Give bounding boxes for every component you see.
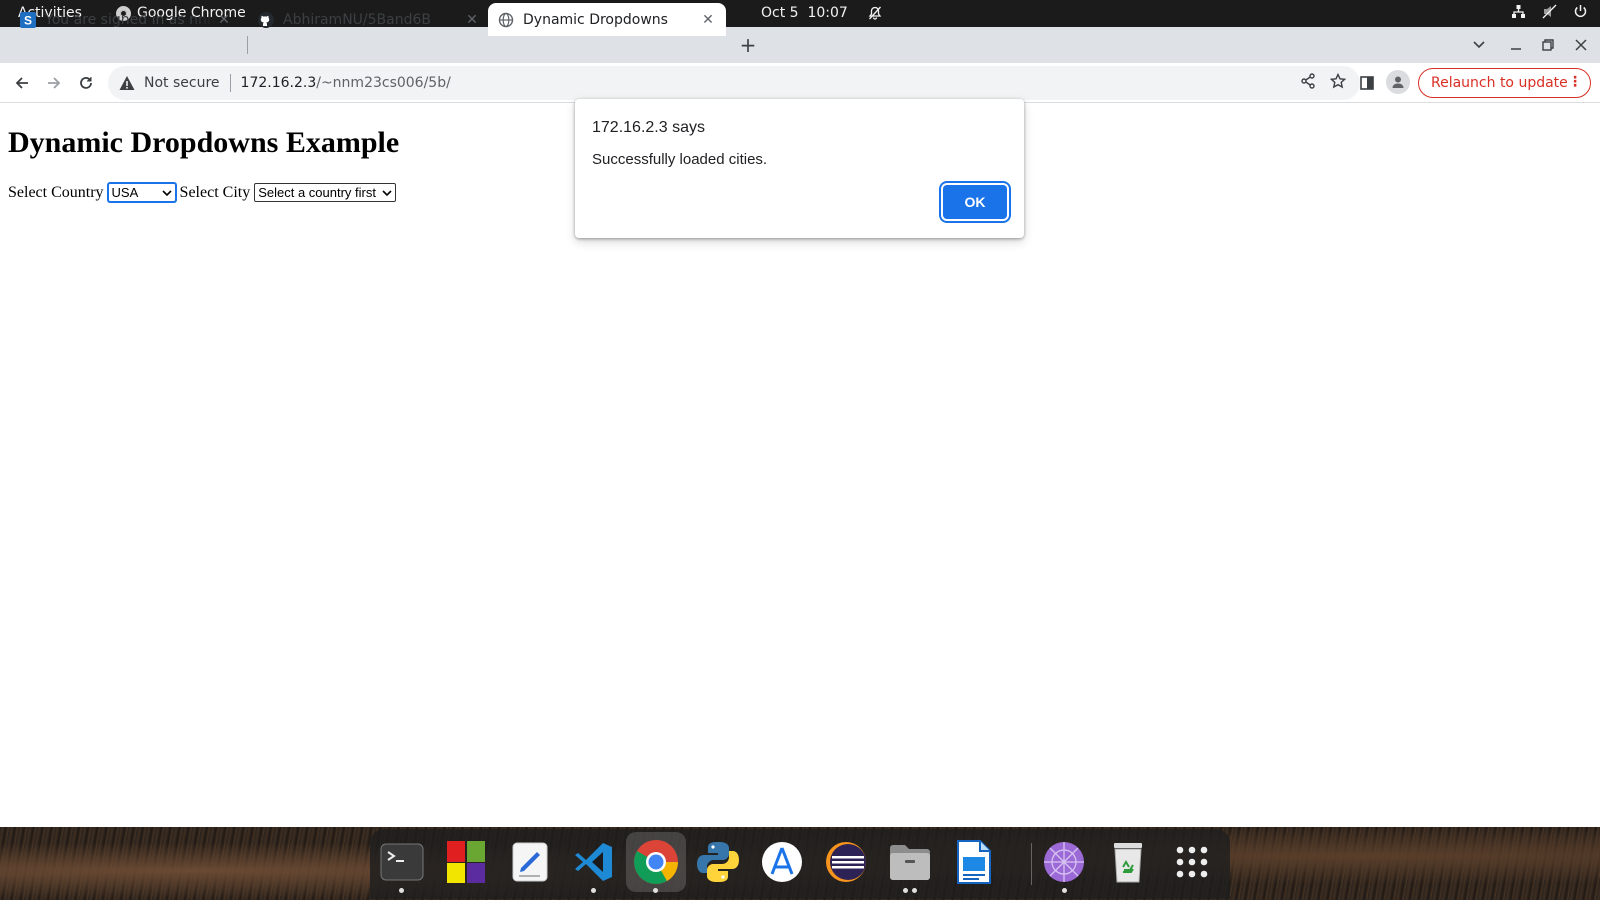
clock-time: 10:07 — [807, 5, 848, 21]
running-indicator — [1062, 888, 1067, 893]
terminal-icon[interactable] — [376, 836, 428, 888]
url-path: /~nnm23cs006/5b/ — [316, 75, 451, 91]
close-tab-icon[interactable]: ✕ — [216, 12, 232, 28]
app-store-icon[interactable] — [756, 836, 808, 888]
side-panel-button[interactable] — [1354, 70, 1380, 96]
forward-button[interactable] — [41, 70, 67, 96]
notifications-muted-icon — [868, 6, 882, 20]
ok-button[interactable]: OK — [943, 185, 1007, 219]
tab-github[interactable]: AbhiramNU/5Band6B ✕ — [248, 3, 486, 36]
relaunch-label: Relaunch to update — [1431, 75, 1568, 91]
tab-strip — [0, 27, 1600, 63]
dock-separator — [1031, 843, 1032, 885]
power-icon — [1573, 4, 1588, 19]
relaunch-to-update-button[interactable]: Relaunch to update ⋮ — [1418, 68, 1591, 98]
country-selected-value: USA — [111, 185, 139, 200]
system-top-bar: Activities Google Chrome Oct 5 10:07 — [0, 0, 1600, 27]
dialog-message: Successfully loaded cities. — [592, 151, 768, 168]
side-panel-icon — [1360, 76, 1374, 90]
tab-dynamic-dropdowns[interactable]: Dynamic Dropdowns ✕ — [488, 3, 726, 36]
text-editor-icon[interactable] — [504, 836, 556, 888]
chevron-down-icon — [382, 185, 392, 200]
volume-muted-icon — [1542, 4, 1557, 19]
dropdown-form: Select Country USA Select City Select a … — [8, 183, 400, 202]
tab-title: AbhiramNU/5Band6B — [283, 11, 431, 28]
files-icon[interactable] — [884, 836, 936, 888]
omnibox-actions — [1300, 72, 1347, 93]
more-menu-icon[interactable]: ⋮ — [1568, 74, 1582, 90]
restore-icon[interactable] — [1536, 33, 1560, 57]
github-icon — [258, 11, 274, 28]
s-icon: S — [20, 11, 36, 28]
forward-arrow-icon — [48, 77, 61, 89]
browser-toolbar: Not secure 172.16.2.3/~nnm23cs006/5b/ — [0, 63, 1600, 103]
address-bar[interactable]: Not secure 172.16.2.3/~nnm23cs006/5b/ — [108, 66, 1360, 100]
writer-icon[interactable] — [948, 836, 1000, 888]
country-label: Select Country — [8, 183, 104, 201]
bookmark-star-icon[interactable] — [1329, 72, 1347, 93]
back-button[interactable] — [9, 70, 35, 96]
svg-text:S: S — [24, 13, 32, 27]
tab-title: You are signed in as nnm23cs006 — [45, 11, 216, 28]
city-selected-value: Select a country first — [258, 185, 376, 200]
running-indicator — [912, 888, 917, 893]
profile-avatar-icon[interactable] — [1386, 70, 1410, 94]
blocks-app-icon[interactable] — [440, 836, 492, 888]
close-window-icon[interactable] — [1569, 33, 1593, 57]
not-secure-label[interactable]: Not secure — [144, 75, 220, 91]
globe-icon — [498, 12, 514, 28]
python-icon[interactable] — [692, 836, 744, 888]
clock-date: Oct 5 — [761, 5, 799, 21]
system-tray[interactable] — [1511, 4, 1588, 19]
url-host: 172.16.2.3 — [240, 75, 317, 91]
network-app-icon[interactable] — [1038, 836, 1090, 888]
running-indicator — [653, 888, 658, 893]
chrome-icon[interactable] — [626, 832, 686, 892]
omnibox-divider — [229, 74, 231, 92]
vscode-icon[interactable] — [568, 836, 620, 888]
reload-icon — [80, 77, 92, 89]
city-select[interactable]: Select a country first — [254, 183, 397, 202]
chevron-down-icon — [161, 185, 172, 200]
country-select[interactable]: USA — [107, 183, 176, 202]
eclipse-icon[interactable] — [820, 836, 872, 888]
tab-search-icon[interactable] — [1467, 33, 1491, 57]
tab-title: Dynamic Dropdowns — [523, 11, 668, 28]
clock[interactable]: Oct 5 10:07 — [761, 5, 882, 21]
running-indicator — [399, 888, 404, 893]
alert-dialog: 172.16.2.3 says Successfully loaded citi… — [575, 99, 1024, 238]
tab-divider — [247, 36, 248, 54]
close-tab-icon[interactable]: ✕ — [700, 12, 716, 28]
city-label: Select City — [179, 183, 251, 201]
network-icon — [1511, 4, 1526, 19]
running-indicator — [903, 888, 908, 893]
dock — [370, 829, 1230, 899]
warning-icon[interactable] — [118, 74, 136, 92]
dialog-title: 172.16.2.3 says — [592, 119, 705, 136]
page-heading: Dynamic Dropdowns Example — [8, 126, 400, 159]
back-arrow-icon — [15, 77, 28, 89]
new-tab-button[interactable]: + — [736, 33, 760, 57]
running-indicator — [591, 888, 596, 893]
share-icon[interactable] — [1300, 73, 1316, 93]
show-apps-icon[interactable] — [1166, 836, 1218, 888]
trash-icon[interactable] — [1102, 836, 1154, 888]
close-tab-icon[interactable]: ✕ — [464, 12, 480, 28]
tab-signed-in[interactable]: S You are signed in as nnm23cs006 ✕ — [8, 3, 238, 36]
minimize-icon[interactable] — [1504, 33, 1528, 57]
reload-button[interactable] — [73, 70, 99, 96]
